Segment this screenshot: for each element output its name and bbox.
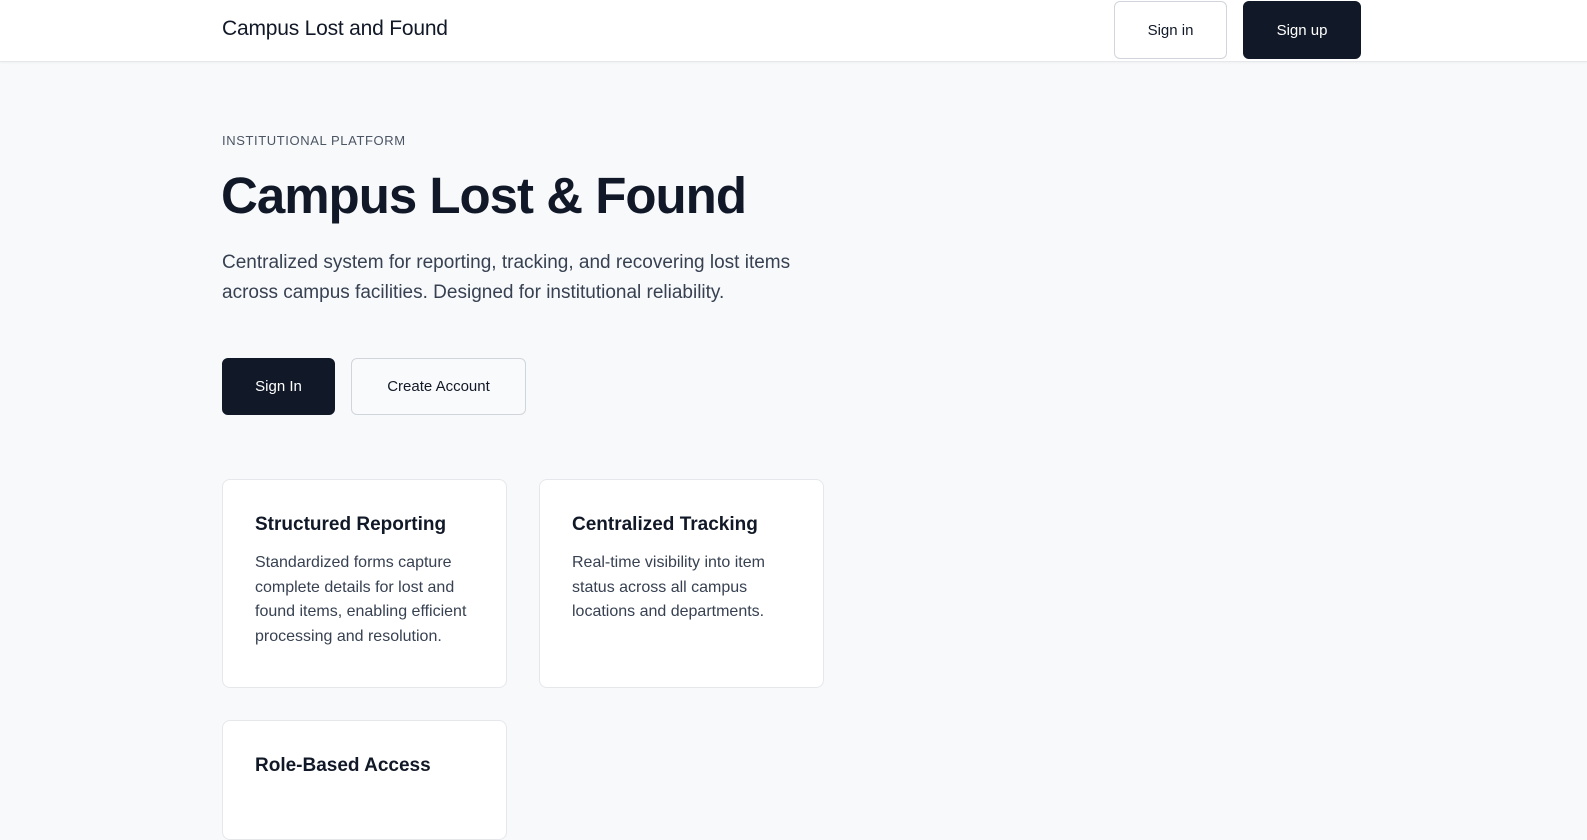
feature-card-role-based-access: Role-Based Access [222, 720, 507, 840]
feature-card-title: Structured Reporting [255, 514, 447, 535]
feature-card-text: Real-time visibility into item status ac… [572, 554, 765, 620]
brand-name[interactable]: Campus Lost and Found [222, 17, 448, 41]
feature-card-title: Role-Based Access [255, 755, 431, 776]
feature-card-text: Standardized forms capture complete deta… [255, 554, 467, 645]
nav-sign-up-button[interactable]: Sign up [1243, 1, 1361, 59]
create-account-button[interactable]: Create Account [351, 358, 526, 415]
top-nav-bar: Campus Lost and Found Sign in Sign up [0, 0, 1587, 62]
feature-card-title: Centralized Tracking [572, 514, 758, 535]
hero-description: Centralized system for reporting, tracki… [222, 252, 791, 303]
hero-sign-in-button[interactable]: Sign In [222, 358, 335, 415]
page-title: Campus Lost & Found [221, 167, 747, 224]
hero-eyebrow: INSTITUTIONAL PLATFORM [222, 133, 406, 148]
feature-card-centralized-tracking: Centralized Tracking Real-time visibilit… [539, 479, 824, 688]
feature-card-structured-reporting: Structured Reporting Standardized forms … [222, 479, 507, 688]
nav-sign-in-button[interactable]: Sign in [1114, 1, 1227, 59]
